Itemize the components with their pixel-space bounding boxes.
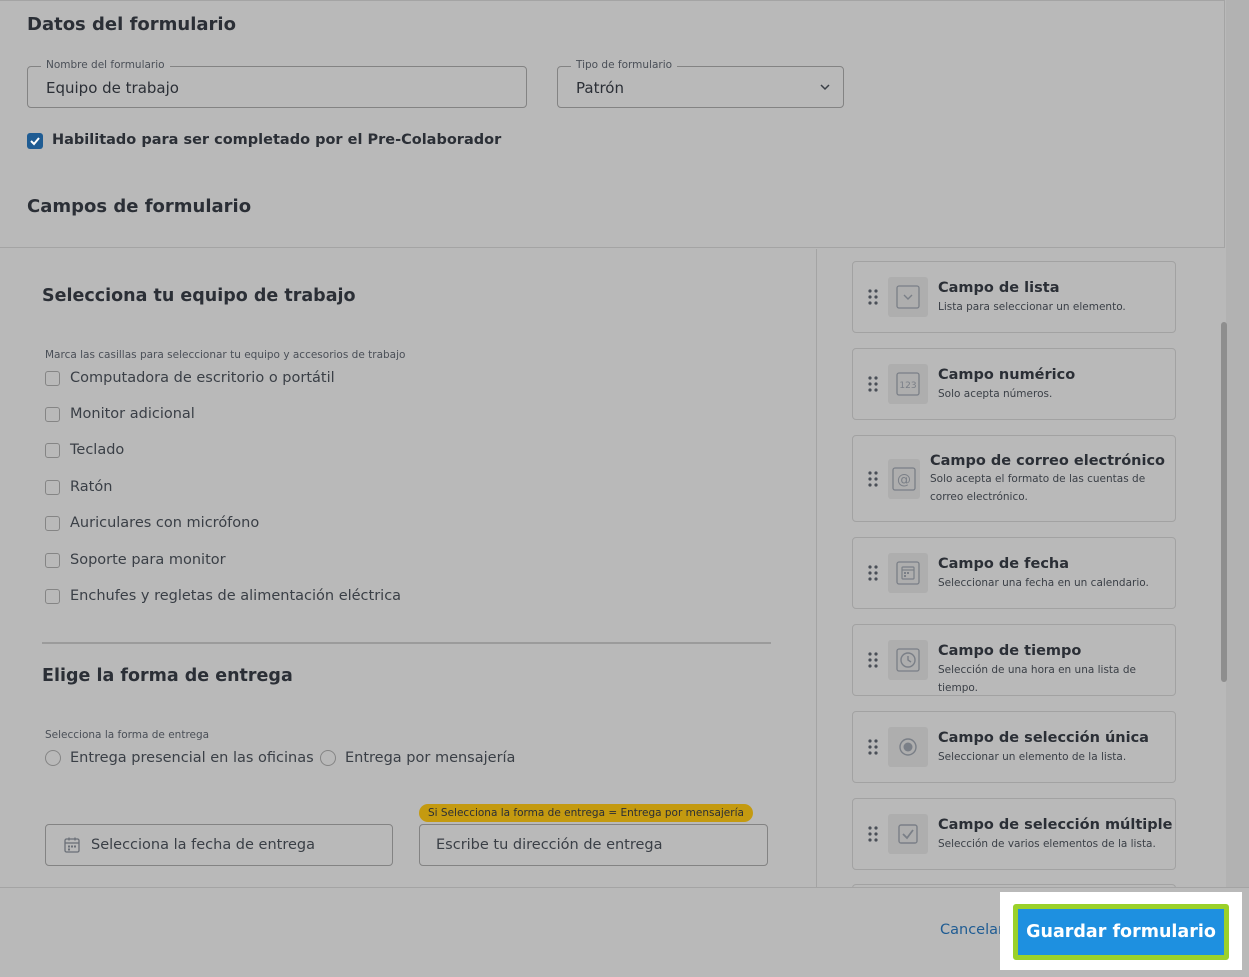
drag-handle-icon[interactable] — [868, 376, 878, 392]
delivery-instruction: Selecciona la forma de entrega — [45, 729, 210, 741]
form-fields-title: Campos de formulario — [27, 196, 252, 217]
option-label: Teclado — [70, 442, 125, 458]
number-123-icon: 123 — [888, 364, 928, 404]
equipment-section-title: Selecciona tu equipo de trabajo — [42, 286, 356, 306]
form-data-title: Datos del formulario — [27, 14, 236, 35]
option-label: Enchufes y regletas de alimentación eléc… — [70, 588, 402, 604]
checkbox[interactable] — [45, 442, 60, 458]
field-type-card-time[interactable]: Campo de tiempo Selección de una hora en… — [852, 624, 1176, 696]
delivery-date-placeholder: Selecciona la fecha de entrega — [91, 837, 315, 853]
delivery-option-courier[interactable]: Entrega por mensajería — [320, 750, 515, 766]
equipment-option[interactable]: Soporte para monitor — [45, 552, 226, 568]
cancel-button[interactable]: Cancelar — [940, 922, 1004, 938]
option-label: Entrega por mensajería — [345, 750, 516, 766]
drag-handle-icon[interactable] — [868, 652, 878, 668]
scrollbar-thumb[interactable] — [1221, 322, 1227, 682]
checkbox[interactable] — [45, 479, 60, 495]
precollab-checkbox[interactable] — [27, 133, 43, 149]
form-name-label: Nombre del formulario — [41, 59, 170, 71]
card-desc: Selección de varios elementos de la list… — [938, 838, 1156, 850]
equipment-option[interactable]: Teclado — [45, 442, 124, 458]
drag-handle-icon[interactable] — [868, 471, 878, 487]
drag-handle-icon[interactable] — [868, 289, 878, 305]
card-title: Campo de selección múltiple — [938, 817, 1173, 833]
delivery-address-input[interactable]: Escribe tu dirección de entrega — [419, 824, 768, 866]
option-label: Soporte para monitor — [70, 552, 226, 568]
delivery-section-title: Elige la forma de entrega — [42, 666, 293, 686]
form-name-value: Equipo de trabajo — [46, 79, 179, 97]
delivery-option-office[interactable]: Entrega presencial en las oficinas — [45, 750, 314, 766]
calendar-icon — [64, 837, 80, 853]
card-desc: Selección de una hora en una lista de ti… — [938, 664, 1136, 694]
card-title: Campo de lista — [938, 280, 1060, 296]
equipment-option[interactable]: Enchufes y regletas de alimentación eléc… — [45, 588, 401, 604]
option-label: Computadora de escritorio o portátil — [70, 370, 335, 386]
card-title: Campo de correo electrónico — [930, 453, 1166, 469]
checkbox[interactable] — [45, 552, 60, 568]
field-type-card-single-select[interactable]: Campo de selección única Seleccionar un … — [852, 711, 1176, 783]
svg-text:123: 123 — [899, 381, 916, 391]
clock-icon — [888, 640, 928, 680]
drag-handle-icon[interactable] — [868, 739, 878, 755]
card-title: Campo de selección única — [938, 730, 1149, 746]
precollab-checkbox-label: Habilitado para ser completado por el Pr… — [52, 132, 502, 148]
equipment-instruction: Marca las casillas para seleccionar tu e… — [45, 349, 406, 361]
chevron-down-icon — [820, 84, 830, 91]
radio[interactable] — [45, 750, 61, 766]
section-divider — [42, 642, 771, 644]
form-canvas — [0, 249, 817, 887]
option-label: Auriculares con micrófono — [70, 515, 260, 531]
check-icon — [30, 137, 40, 146]
list-dropdown-icon — [888, 277, 928, 317]
card-desc: Lista para seleccionar un elemento. — [938, 301, 1126, 313]
checkbox-icon — [888, 814, 928, 854]
form-type-label: Tipo de formulario — [571, 59, 678, 71]
card-desc: Solo acepta números. — [938, 388, 1053, 400]
field-type-card-list[interactable]: Campo de lista Lista para seleccionar un… — [852, 261, 1176, 333]
delivery-date-input[interactable]: Selecciona la fecha de entrega — [45, 824, 393, 866]
card-desc: Solo acepta el formato de las cuentas de… — [930, 473, 1146, 503]
field-type-card-multi-select[interactable]: Campo de selección múltiple Selección de… — [852, 798, 1176, 870]
equipment-option[interactable]: Computadora de escritorio o portátil — [45, 370, 335, 386]
field-type-card-email[interactable]: @ Campo de correo electrónico Solo acept… — [852, 435, 1176, 522]
field-type-card-date[interactable]: Campo de fecha Seleccionar una fecha en … — [852, 537, 1176, 609]
calendar-icon — [888, 553, 928, 593]
radio-icon — [888, 727, 928, 767]
card-title: Campo numérico — [938, 367, 1076, 383]
condition-tag: Si Selecciona la forma de entrega = Entr… — [419, 804, 753, 822]
card-title: Campo de fecha — [938, 556, 1070, 572]
equipment-option[interactable]: Monitor adicional — [45, 406, 195, 422]
option-label: Monitor adicional — [70, 406, 195, 422]
form-type-select[interactable]: Tipo de formulario Patrón — [557, 59, 844, 108]
svg-text:@: @ — [897, 472, 911, 488]
save-form-button[interactable]: Guardar formulario — [1013, 904, 1229, 960]
checkbox[interactable] — [45, 370, 60, 386]
radio[interactable] — [320, 750, 336, 766]
card-title: Campo de tiempo — [938, 643, 1082, 659]
option-label: Ratón — [70, 479, 113, 495]
form-name-field[interactable]: Nombre del formulario Equipo de trabajo — [27, 59, 527, 108]
equipment-option[interactable]: Ratón — [45, 479, 112, 495]
option-label: Entrega presencial en las oficinas — [70, 750, 314, 766]
delivery-address-placeholder: Escribe tu dirección de entrega — [436, 837, 663, 853]
card-desc: Seleccionar una fecha en un calendario. — [938, 577, 1149, 589]
form-type-value: Patrón — [576, 79, 624, 97]
drag-handle-icon[interactable] — [868, 826, 878, 842]
checkbox[interactable] — [45, 588, 60, 604]
at-sign-icon: @ — [888, 459, 920, 499]
checkbox[interactable] — [45, 406, 60, 422]
equipment-option[interactable]: Auriculares con micrófono — [45, 515, 259, 531]
scroll-track — [1226, 0, 1249, 887]
checkbox[interactable] — [45, 515, 60, 531]
drag-handle-icon[interactable] — [868, 565, 878, 581]
field-type-card-number[interactable]: 123 Campo numérico Solo acepta números. — [852, 348, 1176, 420]
card-desc: Seleccionar un elemento de la lista. — [938, 751, 1127, 763]
